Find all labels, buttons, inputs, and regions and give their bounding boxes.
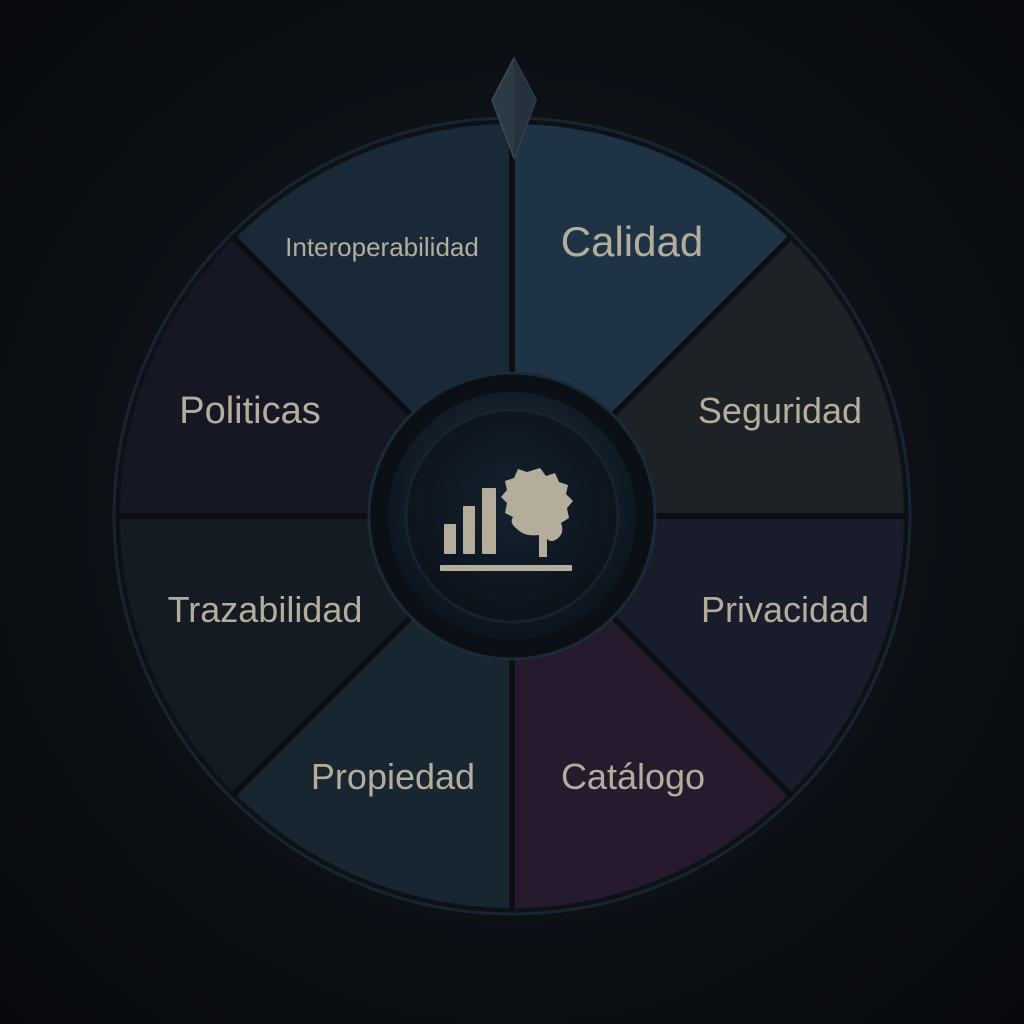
segment-label-catalogo: Catálogo (561, 756, 705, 797)
segment-label-propiedad: Propiedad (311, 756, 475, 797)
segment-label-seguridad: Seguridad (698, 390, 862, 431)
segment-label-calidad: Calidad (561, 218, 703, 265)
governance-wheel: Calidad Seguridad Privacidad Catálogo Pr… (112, 56, 912, 916)
segment-label-politicas: Politicas (179, 390, 321, 432)
segment-label-privacidad: Privacidad (701, 589, 869, 630)
segment-label-trazabilidad: Trazabilidad (168, 589, 363, 630)
segment-label-interoperabilidad: Interoperabilidad (285, 232, 479, 262)
